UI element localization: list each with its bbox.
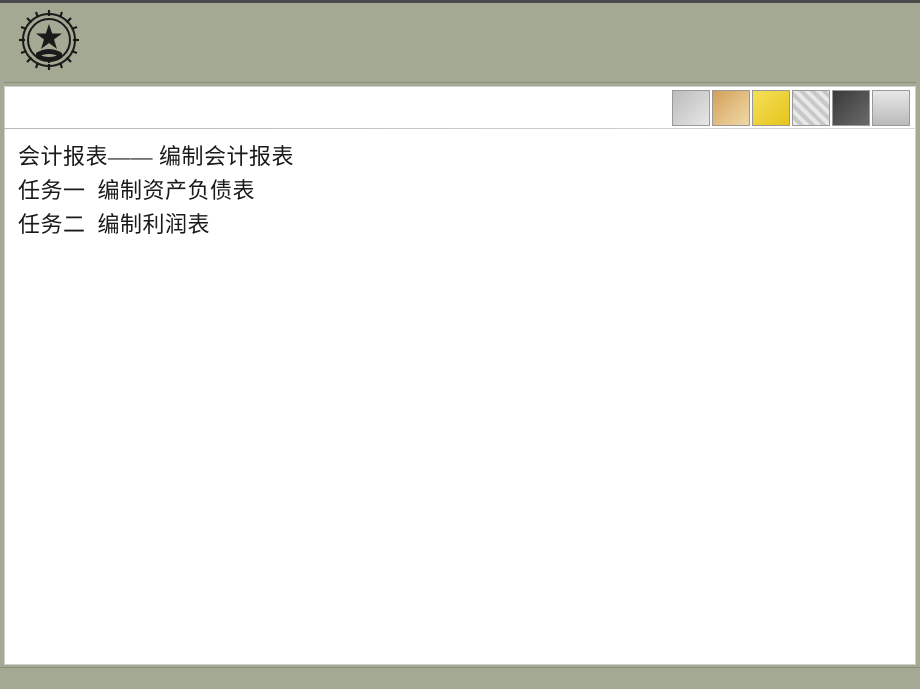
divider-line: [4, 128, 916, 129]
gear-badge-icon: [18, 9, 80, 71]
task-line-1: 任务一 编制资产负债表: [18, 174, 902, 208]
footer-band: [0, 667, 920, 689]
thumbnail-icon: [832, 90, 870, 126]
thumbnail-row: [672, 90, 910, 126]
thumbnail-icon: [752, 90, 790, 126]
thumbnail-icon: [872, 90, 910, 126]
task-line-2: 任务二 编制利润表: [18, 208, 902, 242]
thumbnail-icon: [792, 90, 830, 126]
slide-title: 会计报表—— 编制会计报表: [18, 140, 902, 174]
header-band: [4, 3, 916, 83]
thumbnail-icon: [712, 90, 750, 126]
thumbnail-icon: [672, 90, 710, 126]
slide-text-block: 会计报表—— 编制会计报表 任务一 编制资产负债表 任务二 编制利润表: [18, 140, 902, 242]
